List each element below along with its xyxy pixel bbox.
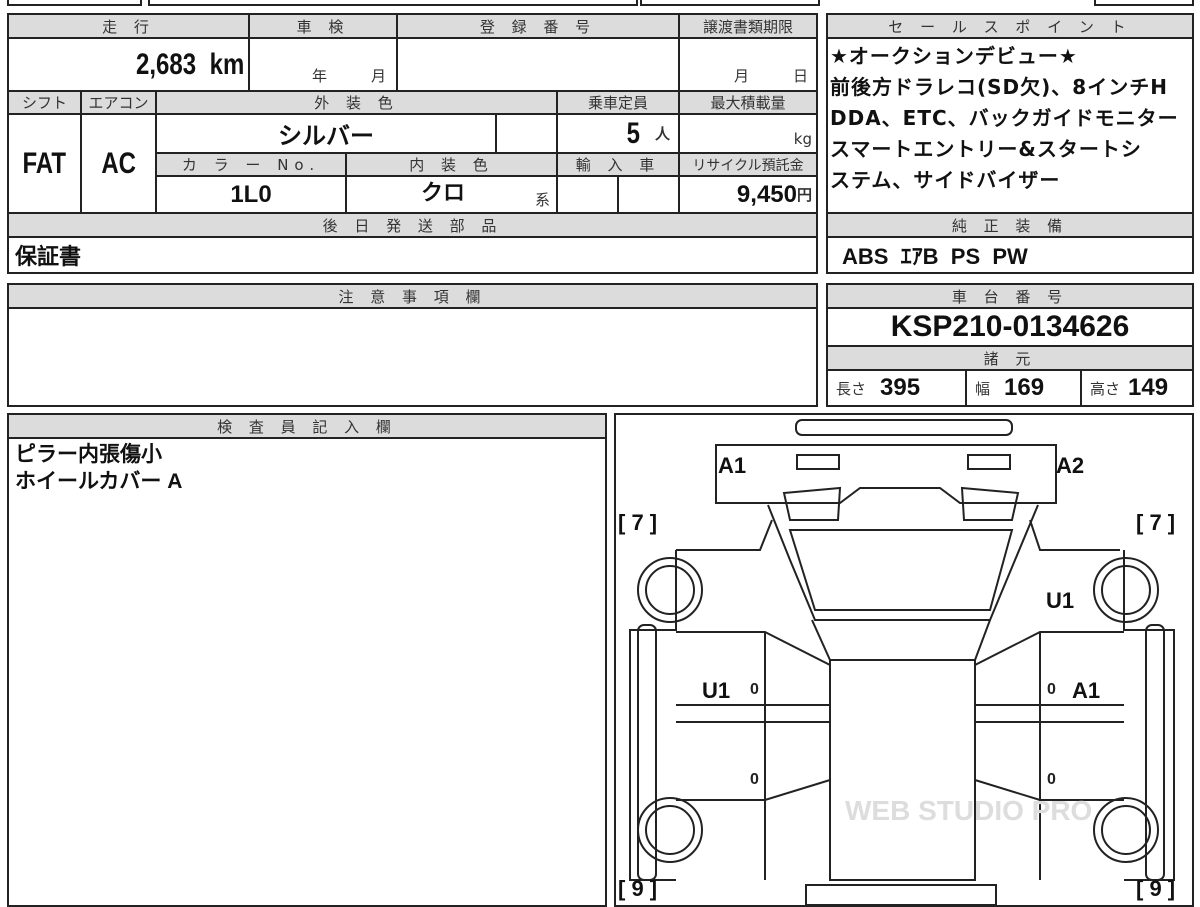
zero-mark: 0 bbox=[750, 771, 759, 788]
inspection-label: 車 検 bbox=[248, 13, 398, 39]
damage-a2-front: A2 bbox=[1056, 453, 1084, 478]
inspector-line: ホイールカバー A bbox=[15, 470, 183, 493]
watermark: WEB STUDIO PRO bbox=[845, 795, 1092, 826]
zero-mark: 0 bbox=[750, 681, 759, 698]
recycle-value: 9,450 円 bbox=[678, 175, 818, 214]
mileage-unit: km bbox=[209, 47, 244, 81]
width-value: 169 bbox=[1004, 374, 1045, 401]
mileage-value: 2,683 km bbox=[7, 37, 250, 92]
top-cell bbox=[1094, 0, 1194, 6]
inspection-value: 年月 bbox=[248, 37, 398, 92]
transfer-deadline-value: 月日 bbox=[678, 37, 818, 92]
sales-point-line: ★オークションデビュー★ bbox=[830, 44, 1078, 68]
chassis-label: 車 台 番 号 bbox=[826, 283, 1194, 309]
mileage-number: 2,683 bbox=[136, 47, 197, 81]
transfer-deadline-label: 譲渡書類期限 bbox=[678, 13, 818, 39]
aircon-label: エアコン bbox=[80, 90, 157, 115]
sales-point-line: 前後方ドラレコ(SD欠)、8インチH bbox=[830, 75, 1168, 99]
inspector-line: ピラー内張傷小 bbox=[15, 443, 162, 466]
bracket-right-front: [ 7 ] bbox=[1136, 510, 1175, 535]
month-label: 月 bbox=[734, 67, 750, 85]
shift-text: FAT bbox=[22, 146, 67, 180]
recycle-unit: 円 bbox=[796, 187, 812, 204]
max-load-value: kg bbox=[678, 113, 818, 154]
chassis-number: KSP210-0134626 bbox=[826, 307, 1194, 347]
capacity-number: 5 bbox=[626, 116, 640, 150]
genuine-equipment-value: ABS ｴｱB PS PW bbox=[826, 236, 1194, 274]
spec-width: 幅 169 bbox=[965, 369, 1082, 407]
zero-mark: 0 bbox=[1047, 771, 1056, 788]
shift-value: FAT bbox=[7, 113, 82, 214]
capacity-label: 乗車定員 bbox=[556, 90, 680, 115]
spec-length: 長さ 395 bbox=[826, 369, 967, 407]
mileage-label: 走 行 bbox=[7, 13, 250, 39]
length-value: 395 bbox=[880, 374, 921, 401]
later-parts-value: 保証書 bbox=[7, 236, 818, 274]
spec-height: 高さ 149 bbox=[1080, 369, 1194, 407]
exterior-color-label: 外 装 色 bbox=[155, 90, 558, 115]
genuine-equipment-label: 純 正 装 備 bbox=[826, 212, 1194, 238]
recycle-label: リサイクル預託金 bbox=[678, 152, 818, 177]
shift-label: シフト bbox=[7, 90, 82, 115]
bracket-left-front: [ 7 ] bbox=[618, 510, 657, 535]
year-label: 年 bbox=[312, 67, 328, 85]
aircon-text: AC bbox=[101, 146, 136, 180]
damage-a1-right-door: A1 bbox=[1072, 678, 1100, 703]
day-label: 日 bbox=[792, 67, 808, 85]
bracket-right-rear: [ 9 ] bbox=[1136, 876, 1175, 901]
damage-u1-right-front: U1 bbox=[1046, 588, 1074, 613]
sales-point-line: ステム、サイドバイザー bbox=[830, 168, 1061, 192]
import-label: 輸 入 車 bbox=[556, 152, 680, 177]
top-cell bbox=[640, 0, 820, 6]
notes-label: 注 意 事 項 欄 bbox=[7, 283, 818, 309]
interior-color-text: クロ bbox=[420, 180, 465, 205]
color-no-value: 1L0 bbox=[155, 175, 347, 214]
car-outline-icon: A1 A2 [ 7 ] [ 7 ] U1 U1 A1 [ 9 ] [ 9 ] 0… bbox=[618, 419, 1175, 905]
top-cell bbox=[148, 0, 638, 6]
recycle-amount: 9,450 bbox=[736, 180, 797, 208]
capacity-value: 5 人 bbox=[556, 113, 680, 154]
height-value: 149 bbox=[1128, 374, 1169, 401]
notes-area bbox=[7, 307, 818, 407]
later-parts-label: 後 日 発 送 部 品 bbox=[7, 212, 818, 238]
import-value-1 bbox=[556, 175, 619, 214]
width-label: 幅 bbox=[975, 379, 991, 398]
month-label: 月 bbox=[370, 67, 386, 85]
aircon-value: AC bbox=[80, 113, 157, 214]
top-cell bbox=[7, 0, 142, 6]
interior-color-label: 内 装 色 bbox=[345, 152, 558, 177]
interior-color-value: クロ 系 bbox=[345, 175, 558, 214]
inspector-label: 検 査 員 記 入 欄 bbox=[7, 413, 607, 439]
color-no-label: カ ラ ー No. bbox=[155, 152, 347, 177]
exterior-color-value: シルバー bbox=[155, 113, 497, 154]
sales-points-label: セ ー ル ス ポ イ ン ト bbox=[826, 13, 1194, 39]
interior-color-suffix: 系 bbox=[534, 191, 550, 209]
registration-value bbox=[396, 37, 680, 92]
car-diagram: A1 A2 [ 7 ] [ 7 ] U1 U1 A1 [ 9 ] [ 9 ] 0… bbox=[614, 413, 1194, 907]
sales-point-line: DDA、ETC、バックガイドモニター bbox=[830, 106, 1179, 130]
exterior-color-extra bbox=[495, 113, 558, 154]
height-label: 高さ bbox=[1090, 379, 1121, 398]
sales-points-body: ★オークションデビュー★ 前後方ドラレコ(SD欠)、8インチH DDA、ETC、… bbox=[826, 37, 1194, 214]
zero-mark: 0 bbox=[1047, 681, 1056, 698]
inspector-notes: ピラー内張傷小 ホイールカバー A bbox=[7, 437, 607, 907]
damage-a1-front: A1 bbox=[718, 453, 746, 478]
registration-label: 登 録 番 号 bbox=[396, 13, 680, 39]
damage-u1-left-door: U1 bbox=[702, 678, 730, 703]
bracket-left-rear: [ 9 ] bbox=[618, 876, 657, 901]
import-value-2 bbox=[617, 175, 680, 214]
specs-label: 諸 元 bbox=[826, 345, 1194, 371]
sales-point-line: スマートエントリー&スタートシ bbox=[830, 137, 1142, 161]
capacity-unit: 人 bbox=[654, 126, 670, 143]
length-label: 長さ bbox=[836, 379, 867, 398]
max-load-label: 最大積載量 bbox=[678, 90, 818, 115]
